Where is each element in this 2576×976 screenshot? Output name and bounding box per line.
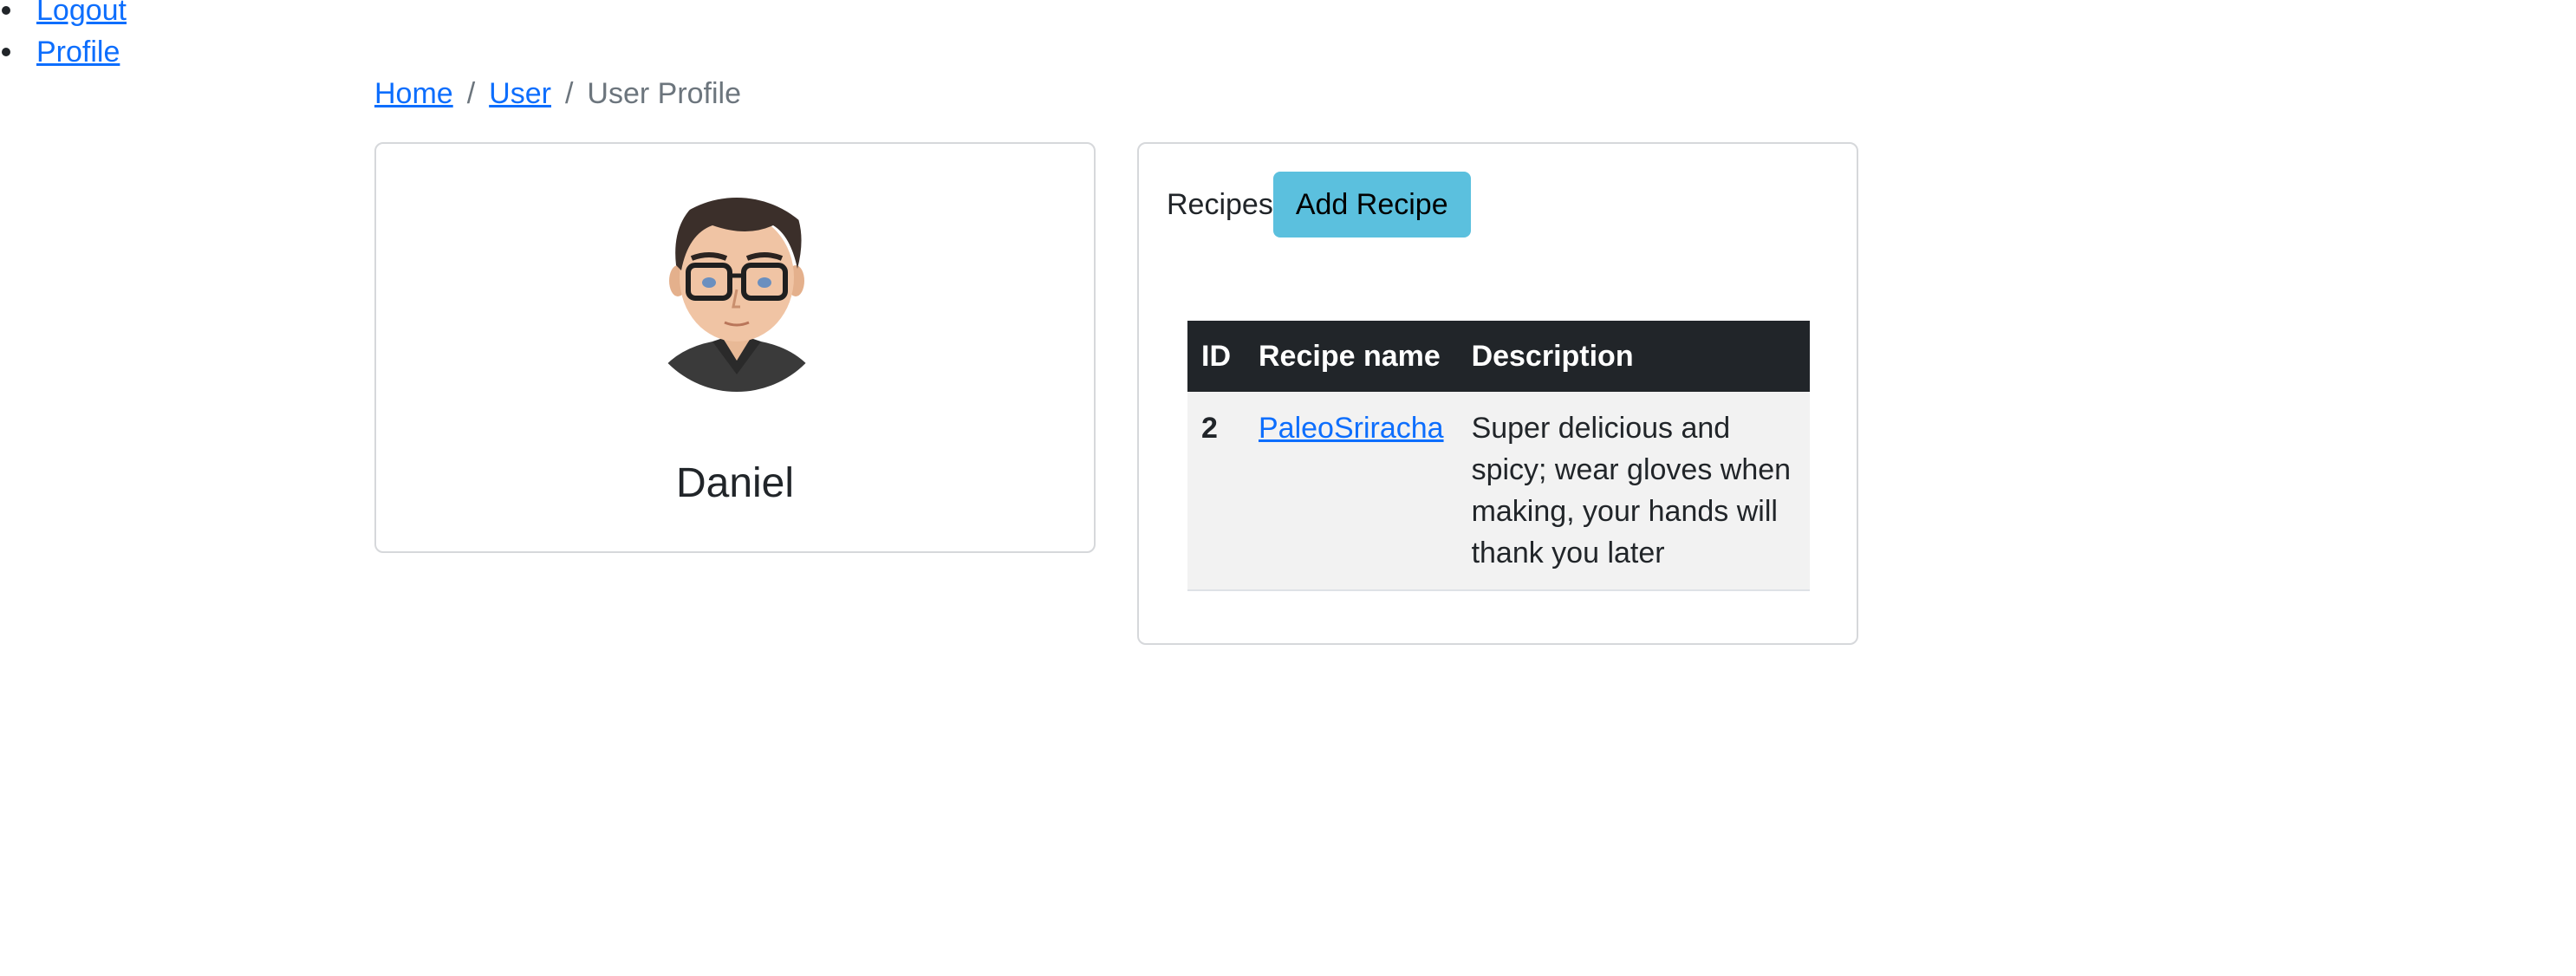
table-header-row: ID Recipe name Description — [1187, 321, 1810, 392]
logout-link[interactable]: Logout — [36, 0, 127, 27]
breadcrumb-separator: / — [564, 77, 574, 110]
profile-username: Daniel — [675, 460, 795, 506]
bullet-icon — [2, 6, 10, 15]
recipe-name-cell: PaleoSriracha — [1245, 392, 1458, 591]
breadcrumb-home-link[interactable]: Home — [374, 73, 453, 114]
column-header-recipe-name: Recipe name — [1245, 321, 1458, 392]
recipes-table: ID Recipe name Description 2 PaleoSrirac… — [1187, 321, 1810, 591]
nav-item-profile: Profile — [0, 31, 127, 73]
recipe-id-cell: 2 — [1187, 392, 1245, 591]
breadcrumb: Home / User / User Profile — [374, 73, 741, 114]
column-header-id: ID — [1187, 321, 1245, 392]
profile-card: Daniel — [374, 142, 1096, 553]
recipes-title: Recipes — [1167, 187, 1273, 221]
breadcrumb-separator: / — [466, 77, 476, 110]
recipes-header: Recipes Add Recipe — [1167, 172, 1471, 237]
nav-item-logout: Logout — [0, 0, 127, 31]
top-nav-list: Logout Profile — [0, 0, 127, 73]
add-recipe-button[interactable]: Add Recipe — [1272, 172, 1471, 237]
recipes-card: Recipes Add Recipe ID Recipe name Descri… — [1137, 142, 1858, 645]
breadcrumb-current: User Profile — [587, 77, 742, 110]
table-row: 2 PaleoSriracha Super delicious and spic… — [1187, 392, 1810, 591]
recipe-description-cell: Super delicious and spicy; wear gloves w… — [1457, 392, 1810, 591]
bullet-icon — [2, 48, 10, 56]
breadcrumb-user-link[interactable]: User — [489, 73, 551, 114]
profile-link[interactable]: Profile — [36, 36, 120, 68]
column-header-description: Description — [1457, 321, 1810, 392]
user-avatar-icon — [652, 198, 822, 392]
recipe-name-link[interactable]: PaleoSriracha — [1259, 412, 1444, 445]
